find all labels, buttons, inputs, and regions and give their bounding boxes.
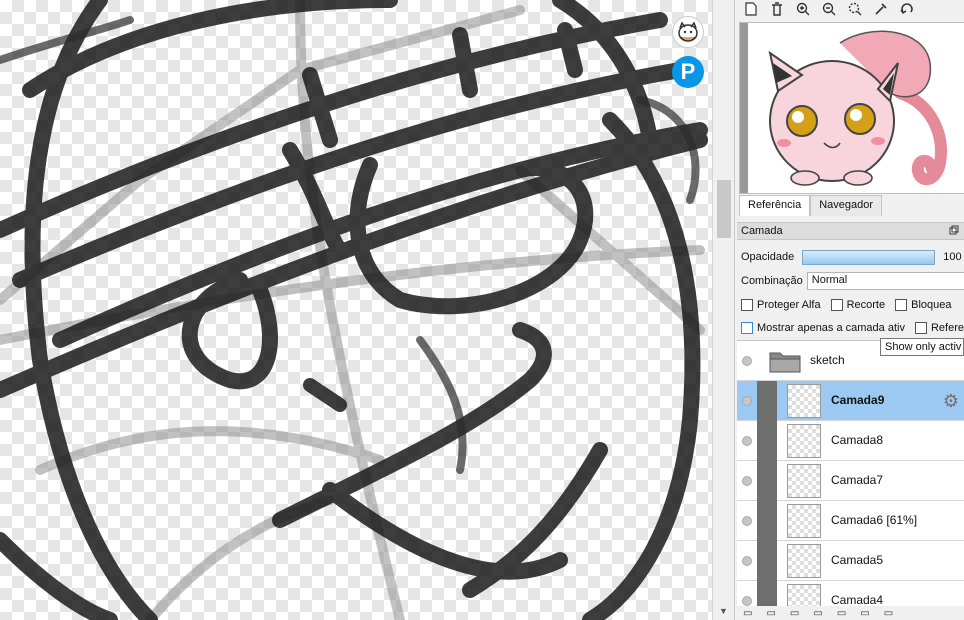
tab-referencia[interactable]: Referência: [739, 195, 811, 216]
layer-panel-title: Camada: [741, 225, 783, 237]
folder-indent-bar: [757, 461, 777, 501]
reference-character-illustration: [768, 30, 947, 186]
layer-thumbnail: [787, 544, 821, 578]
reference-layer-label: Referer: [930, 322, 964, 334]
layer-panel-header: Camada: [737, 222, 964, 240]
layer-name: Camada6 [61%]: [831, 513, 918, 527]
protect-alpha-label: Proteger Alfa: [757, 299, 821, 311]
blend-mode-select[interactable]: Normal: [806, 272, 964, 290]
folder-icon: [769, 349, 801, 376]
show-active-layer-only-label: Mostrar apenas a camada ativ: [757, 322, 905, 334]
zoom-fit-icon[interactable]: [847, 1, 863, 17]
new-vector-layer-icon[interactable]: ▭: [790, 608, 799, 619]
layer-row[interactable]: Camada4: [737, 581, 964, 606]
visibility-toggle-icon[interactable]: [740, 474, 754, 488]
zoom-in-icon[interactable]: [795, 1, 811, 17]
layer-row[interactable]: Camada9 ⚙: [737, 381, 964, 421]
blend-mode-label: Combinação: [741, 275, 803, 287]
protect-alpha-checkbox[interactable]: Proteger Alfa: [741, 299, 821, 311]
eyedropper-icon[interactable]: [873, 1, 889, 17]
pixiv-icon[interactable]: P: [672, 56, 704, 88]
opacity-label: Opacidade: [741, 251, 795, 263]
folder-indent-bar: [757, 381, 777, 421]
new-raster-layer-icon[interactable]: ▭: [766, 608, 775, 619]
blend-mode-row: Combinação Normal: [741, 271, 964, 291]
checkbox-box[interactable]: [914, 322, 927, 334]
opacity-value: 100: [943, 251, 962, 263]
layer-thumbnail: [787, 424, 821, 458]
folder-indent-bar: [757, 581, 777, 606]
mascot-icon[interactable]: [672, 16, 704, 48]
rotate-icon[interactable]: [899, 1, 915, 17]
layer-name: Camada9: [831, 393, 885, 407]
scrollbar-thumb[interactable]: [717, 180, 731, 238]
reference-layer-checkbox[interactable]: Referer: [914, 322, 964, 334]
visibility-toggle-icon[interactable]: [740, 434, 754, 448]
layer-name: Camada8: [831, 433, 884, 447]
folder-indent-bar: [757, 421, 777, 461]
visibility-toggle-icon[interactable]: [740, 394, 754, 408]
scroll-down-arrow-icon[interactable]: ▼: [719, 606, 728, 616]
reference-tabs: Referência Navegador: [739, 195, 883, 216]
layer-list: sketch Camada9 ⚙ Camada8 Camada7 Camada6…: [737, 340, 964, 606]
layer-bottom-toolbar: ▭ ▭ ▭ ▭ ▭ ▭ ▭: [735, 606, 964, 620]
layer-options-row-1: Proteger Alfa Recorte Bloquea: [741, 295, 962, 315]
merge-down-icon[interactable]: ▭: [837, 608, 846, 619]
copy-layer-icon[interactable]: ▭: [860, 608, 869, 619]
opacity-row: Opacidade 100: [741, 247, 962, 267]
canvas-vertical-scrollbar[interactable]: ▼: [712, 0, 734, 620]
delete-icon[interactable]: [769, 1, 785, 17]
clipping-checkbox[interactable]: Recorte: [830, 299, 886, 311]
new-folder-icon[interactable]: ▭: [813, 608, 822, 619]
tooltip: Show only activ: [880, 338, 964, 356]
drawing-canvas[interactable]: P: [0, 0, 712, 620]
layer-row[interactable]: Camada7: [737, 461, 964, 501]
new-page-icon[interactable]: [743, 1, 759, 17]
new-layer-icon[interactable]: ▭: [743, 608, 752, 619]
layer-settings-gear-icon[interactable]: ⚙: [941, 391, 961, 411]
blend-mode-value: Normal: [811, 274, 848, 286]
visibility-toggle-icon[interactable]: [740, 354, 754, 368]
layer-thumbnail: [787, 504, 821, 538]
layer-row[interactable]: Camada8: [737, 421, 964, 461]
checkbox-box[interactable]: [741, 299, 753, 311]
layer-name: Camada4: [831, 593, 884, 606]
lock-checkbox[interactable]: Bloquea: [895, 299, 952, 311]
layer-name: Camada5: [831, 553, 884, 567]
checkbox-box[interactable]: [830, 299, 843, 311]
tab-navegador[interactable]: Navegador: [810, 195, 883, 216]
sketch-strokes: [0, 0, 708, 620]
lock-label: Bloquea: [911, 299, 952, 311]
reference-toolbar: [735, 0, 964, 18]
reference-image[interactable]: [739, 22, 964, 194]
layer-thumbnail: [787, 384, 821, 418]
layer-row[interactable]: Camada6 [61%]: [737, 501, 964, 541]
checkbox-box[interactable]: [741, 322, 753, 334]
opacity-slider[interactable]: [802, 249, 936, 265]
layer-row[interactable]: Camada5: [737, 541, 964, 581]
folder-indent-bar: [757, 501, 777, 541]
folder-indent-bar: [757, 541, 777, 581]
delete-layer-icon[interactable]: ▭: [884, 608, 893, 619]
visibility-toggle-icon[interactable]: [740, 554, 754, 568]
show-active-layer-only-checkbox[interactable]: Mostrar apenas a camada ativ: [741, 322, 905, 334]
layer-thumbnail: [787, 584, 821, 606]
panel-float-icon[interactable]: [949, 225, 959, 238]
layer-options-row-2: Mostrar apenas a camada ativ Referer: [741, 318, 964, 338]
layer-name: Camada7: [831, 473, 884, 487]
tooltip-text: Show only activ: [885, 341, 962, 353]
visibility-toggle-icon[interactable]: [740, 514, 754, 528]
folder-name: sketch: [810, 353, 845, 367]
zoom-out-icon[interactable]: [821, 1, 837, 17]
visibility-toggle-icon[interactable]: [740, 594, 754, 606]
checkbox-box[interactable]: [895, 299, 908, 311]
pixiv-letter: P: [680, 59, 696, 84]
clipping-label: Recorte: [846, 299, 886, 311]
layer-thumbnail: [787, 464, 821, 498]
right-panel: Referência Navegador Camada Opacidade 10…: [734, 0, 964, 620]
